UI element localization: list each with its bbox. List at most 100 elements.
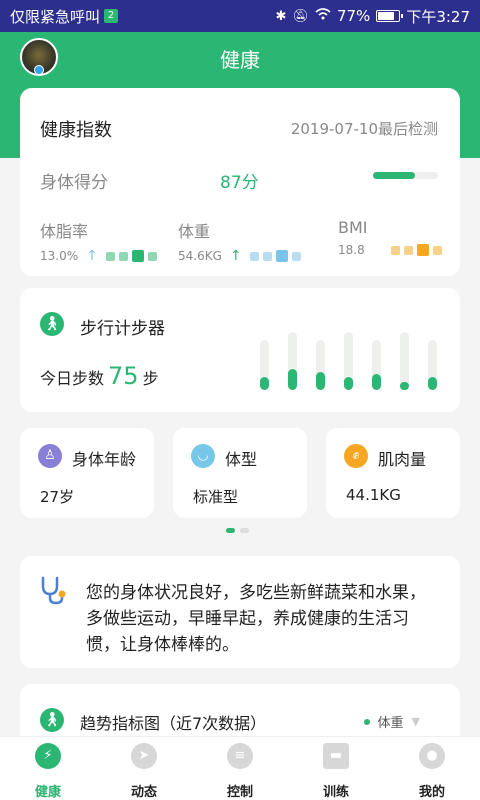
level-indicator <box>403 245 413 255</box>
trend-metric-selector[interactable]: 体重 ▼ <box>363 712 420 731</box>
steps-bar-value <box>428 376 437 390</box>
user-icon: ● <box>419 743 445 769</box>
level-indicator <box>147 251 157 261</box>
muscle-title: 肌肉量 <box>378 450 427 469</box>
arrow-up-icon: ↑ <box>229 248 242 264</box>
steps-mini-chart <box>260 330 445 390</box>
metric-value: 13.0% <box>40 249 79 263</box>
carrier-info: 仅限紧急呼叫 2 <box>10 6 119 27</box>
bottom-tab-bar: ⚡︎ 健康 ➤ 动态 ≡ 控制 ▬ 训练 ● 我的 <box>0 736 480 800</box>
health-tip-card: 您的身体状况良好，多吃些新鲜蔬菜和水果，多做些运动，早睡早起，养成健康的生活习惯… <box>20 556 460 668</box>
last-check-date: 2019-07-10最后检测 <box>290 120 438 138</box>
metric-weight: 体重 54.6KG ↑ <box>178 218 301 264</box>
stethoscope-icon <box>41 576 66 605</box>
steps-bar-value <box>316 372 325 390</box>
score-value: 87分 <box>220 173 259 193</box>
page-dot <box>240 528 249 533</box>
page-title: 健康 <box>220 48 260 72</box>
level-indicator <box>249 251 259 261</box>
trend-title: 趋势指标图（近7次数据） <box>80 714 267 733</box>
health-tip-text: 您的身体状况良好，多吃些新鲜蔬菜和水果，多做些运动，早睡早起，养成健康的生活习惯… <box>86 583 426 655</box>
metric-body-fat: 体脂率 13.0% ↑ <box>40 218 157 264</box>
level-indicator <box>262 251 272 261</box>
body-age-value: 27岁 <box>40 488 75 506</box>
level-indicator <box>118 251 128 261</box>
health-icon: ⚡︎ <box>35 743 61 769</box>
tab-health[interactable]: ⚡︎ 健康 <box>0 737 96 800</box>
today-steps-label: 今日步数 <box>40 369 105 388</box>
mute-icon: 🔕︎ <box>292 8 309 24</box>
level-indicator-active <box>416 244 429 256</box>
level-indicator <box>291 251 301 261</box>
steps-bar-value <box>400 382 409 390</box>
metric-label: 体脂率 <box>40 222 89 241</box>
body-shape-card[interactable]: ◡ 体型 标准型 <box>173 428 307 518</box>
pedometer-title: 步行计步器 <box>80 319 165 339</box>
sim-badge: 2 <box>104 9 119 23</box>
health-index-title: 健康指数 <box>40 120 112 141</box>
tab-training[interactable]: ▬ 训练 <box>288 737 384 800</box>
body-shape-icon: ◡ <box>191 444 215 468</box>
body-shape-title: 体型 <box>225 450 258 469</box>
tab-label: 训练 <box>322 785 349 800</box>
level-indicator-active <box>275 250 288 262</box>
body-age-title: 身体年龄 <box>72 450 137 469</box>
tab-profile[interactable]: ● 我的 <box>384 737 480 800</box>
bluetooth-icon: ✱ <box>275 8 287 24</box>
clock: 下午3:27 <box>406 7 470 26</box>
walking-icon: 🚶︎ <box>40 312 64 336</box>
steps-bar <box>400 332 409 390</box>
tab-label: 健康 <box>34 785 61 800</box>
tab-control[interactable]: ≡ 控制 <box>192 737 288 800</box>
chevron-down-icon: ▼ <box>411 715 420 728</box>
battery-percent: 77% <box>336 7 371 25</box>
steps-bar-value <box>372 373 381 390</box>
metric-label: 体重 <box>178 222 211 241</box>
steps-bar-value <box>260 376 269 390</box>
level-indicator-active <box>131 250 144 262</box>
level-indicator <box>432 245 442 255</box>
level-indicator <box>390 245 400 255</box>
body-shape-value: 标准型 <box>193 488 239 506</box>
today-steps: 今日步数 75 步 <box>40 362 159 390</box>
today-steps-value: 75 <box>108 362 139 390</box>
pedometer-card[interactable]: 🚶︎ 步行计步器 今日步数 75 步 <box>20 288 460 412</box>
tab-label: 控制 <box>226 785 253 800</box>
walking-icon: 🚶︎ <box>40 708 64 732</box>
training-icon: ▬ <box>323 743 349 769</box>
today-steps-unit: 步 <box>142 369 159 388</box>
trend-selected-metric: 体重 <box>377 716 404 731</box>
metric-value: 18.8 <box>338 243 365 257</box>
tab-label: 我的 <box>418 785 445 800</box>
steps-bar <box>428 340 437 390</box>
control-icon: ≡ <box>227 743 253 769</box>
muscle-card[interactable]: ✊︎ 肌肉量 44.1KG <box>326 428 460 518</box>
level-indicator <box>105 251 115 261</box>
steps-bar <box>316 340 325 390</box>
score-progress-bar <box>373 172 438 179</box>
page-indicator[interactable] <box>226 528 249 533</box>
health-index-card[interactable]: 健康指数 2019-07-10最后检测 身体得分 87分 体脂率 13.0% ↑… <box>20 88 460 276</box>
steps-bar <box>260 340 269 390</box>
muscle-value: 44.1KG <box>346 486 401 504</box>
steps-bar <box>288 332 297 390</box>
battery-icon <box>376 10 404 22</box>
page-dot-active <box>226 528 235 533</box>
score-label: 身体得分 <box>40 173 108 193</box>
steps-bar <box>344 332 353 390</box>
metric-label: BMI <box>338 218 368 237</box>
wifi-icon <box>315 8 331 24</box>
compass-icon: ➤ <box>131 743 157 769</box>
steps-bar-value <box>288 369 297 390</box>
tab-feed[interactable]: ➤ 动态 <box>96 737 192 800</box>
status-bar: 仅限紧急呼叫 2 ✱ 🔕︎ 77% 下午3:27 <box>0 0 480 32</box>
metric-value: 54.6KG <box>178 249 222 263</box>
steps-bar <box>372 340 381 390</box>
tab-label: 动态 <box>130 785 157 800</box>
body-age-card[interactable]: ♙ 身体年龄 27岁 <box>20 428 154 518</box>
metric-bmi: BMI 18.8 <box>338 218 442 257</box>
legend-dot-icon <box>363 718 370 725</box>
muscle-icon: ✊︎ <box>344 444 368 468</box>
carrier-text: 仅限紧急呼叫 <box>10 7 101 26</box>
steps-bar-value <box>344 376 353 390</box>
